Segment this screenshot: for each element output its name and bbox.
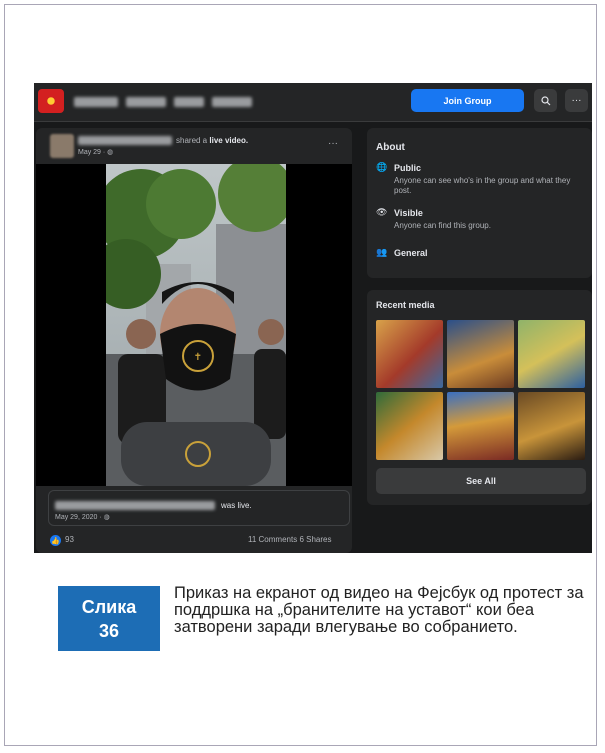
media-thumbnail[interactable] <box>447 392 514 460</box>
live-video-player[interactable]: ✝ <box>36 164 352 486</box>
media-thumbnail[interactable] <box>376 392 443 460</box>
shared-live-video-link[interactable]: live video. <box>209 136 248 145</box>
search-icon <box>540 95 550 105</box>
figure-number: 36 <box>98 620 120 641</box>
see-all-button[interactable]: See All <box>376 468 586 494</box>
figure-caption: Приказ на екранот од видео на Фејсбук од… <box>174 584 584 636</box>
about-title: About <box>376 142 405 153</box>
live-date[interactable]: May 29, 2020 · ◍ <box>55 513 110 521</box>
post-date[interactable]: May 29 · ◍ <box>78 148 113 156</box>
facebook-screenshot: Join Group ··· shared a live video. May … <box>34 83 592 553</box>
visible-title: Visible <box>394 208 423 218</box>
figure-label-word: Слика <box>81 596 137 617</box>
group-header: Join Group ··· <box>34 83 592 122</box>
blurred-group-name <box>174 97 204 107</box>
search-button[interactable] <box>534 89 557 112</box>
group-icon: 👥 <box>376 247 388 257</box>
about-panel: About 🌐 Public Anyone can see who's in t… <box>367 128 592 278</box>
like-icon: 👍 <box>50 535 61 546</box>
recent-media-title: Recent media <box>376 300 435 310</box>
svg-text:✝: ✝ <box>194 352 202 363</box>
engagement-stats: 11 Comments 6 Shares <box>248 535 331 544</box>
media-thumbnail[interactable] <box>447 320 514 388</box>
shares-count[interactable]: 6 Shares <box>299 535 331 544</box>
group-avatar[interactable] <box>38 89 64 113</box>
post-card: shared a live video. May 29 · ◍ ··· ✝ wa… <box>36 128 352 553</box>
like-count[interactable]: 93 <box>65 535 74 544</box>
video-frame: ✝ <box>106 164 286 486</box>
public-description: Anyone can see who's in the group and wh… <box>394 176 571 195</box>
figure-label-badge: Слика 36 <box>58 586 160 651</box>
shared-prefix: shared a <box>176 136 208 145</box>
more-options-button[interactable]: ··· <box>565 89 588 112</box>
media-thumbnail[interactable] <box>518 392 585 460</box>
recent-media-panel: Recent media See All <box>367 290 592 505</box>
join-group-button[interactable]: Join Group <box>411 89 524 112</box>
public-title: Public <box>394 163 422 173</box>
media-thumbnail[interactable] <box>376 320 443 388</box>
shared-text: shared a live video. <box>176 136 248 145</box>
was-live-text: was live. <box>221 501 252 510</box>
eye-icon: 👁 <box>376 207 388 217</box>
blurred-group-name <box>212 97 252 107</box>
media-thumbnail[interactable] <box>518 320 585 388</box>
blurred-live-author <box>55 501 215 510</box>
was-live-card[interactable]: was live. May 29, 2020 · ◍ <box>48 490 350 526</box>
blurred-author-name <box>78 136 172 145</box>
comments-count[interactable]: 11 Comments <box>248 535 297 544</box>
author-avatar[interactable] <box>50 134 74 158</box>
post-more-icon[interactable]: ··· <box>328 138 338 149</box>
blurred-group-name <box>74 97 118 107</box>
visible-description: Anyone can find this group. <box>394 221 491 230</box>
globe-icon: 🌐 <box>376 162 388 172</box>
blurred-group-name <box>126 97 166 107</box>
general-title: General <box>394 248 428 258</box>
